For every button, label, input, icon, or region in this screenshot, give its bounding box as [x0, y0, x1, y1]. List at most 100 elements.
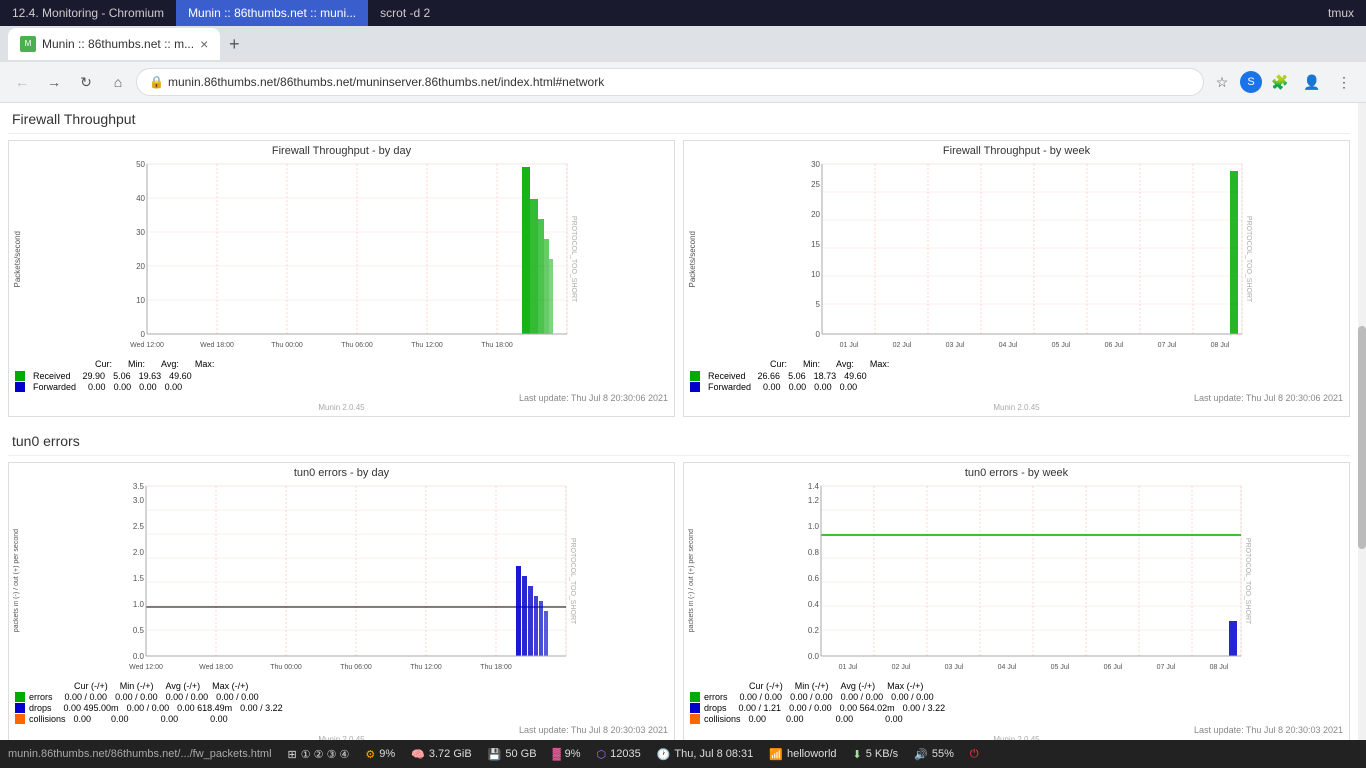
- disk-icon: 💾: [488, 748, 502, 761]
- fw-week-max-header: Max:: [870, 359, 890, 369]
- home-button[interactable]: ⌂: [104, 68, 132, 96]
- extensions-button[interactable]: 🧩: [1266, 68, 1294, 96]
- nav-bar: ← → ↻ ⌂ 🔒 munin.86thumbs.net/86thumbs.ne…: [0, 62, 1366, 102]
- power-button[interactable]: ⏻: [970, 748, 979, 761]
- fw-week-forwarded-color: [690, 382, 700, 392]
- svg-text:1.5: 1.5: [133, 574, 145, 583]
- svg-text:PROTOCOL_TOO_SHORT: PROTOCOL_TOO_SHORT: [1245, 216, 1252, 303]
- wk-drops-color: [690, 703, 700, 713]
- star-button[interactable]: ☆: [1208, 68, 1236, 96]
- url-text: munin.86thumbs.net/86thumbs.net/muninser…: [168, 75, 604, 89]
- wk-errors-avg: 0.00 / 0.00: [841, 692, 884, 702]
- workspace-switcher[interactable]: ⊞ ① ② ③ ④: [288, 748, 350, 761]
- forwarded-label: Forwarded: [33, 382, 76, 392]
- tun0-day-spacer: [15, 681, 70, 691]
- drops-cur: 0.00 495.00m: [64, 703, 119, 713]
- reload-button[interactable]: ↻: [72, 68, 100, 96]
- tasks-indicator: ⬡ 12035: [597, 748, 641, 761]
- menu-button[interactable]: ⋮: [1330, 68, 1358, 96]
- received-avg: 19.63: [139, 371, 162, 381]
- svg-text:2.5: 2.5: [133, 522, 145, 531]
- browser-tab[interactable]: M Munin :: 86thumbs.net :: m... ×: [8, 28, 220, 60]
- errors-max: 0.00 / 0.00: [216, 692, 259, 702]
- time-value: Thu, Jul 8 08:31: [674, 748, 753, 760]
- svg-text:Thu 12:00: Thu 12:00: [411, 342, 443, 349]
- firewall-day-header-min: Min:: [128, 359, 145, 369]
- svg-text:10: 10: [811, 270, 820, 279]
- scrollbar-thumb[interactable]: [1358, 326, 1366, 549]
- svg-text:Wed 12:00: Wed 12:00: [130, 342, 164, 349]
- drops-avg: 0.00 618.49m: [177, 703, 232, 713]
- firewall-week-chart-box: Firewall Throughput - by week Packets/se…: [683, 140, 1350, 417]
- svg-text:PROTOCOL_TOO_SHORT: PROTOCOL_TOO_SHORT: [1244, 538, 1251, 625]
- firewall-week-chart-title: Firewall Throughput - by week: [688, 145, 1345, 157]
- network-indicator: 📶 helloworld: [769, 748, 836, 761]
- cpu-value: 9%: [379, 748, 395, 760]
- tun0-week-min-header: Min (-/+): [795, 681, 829, 691]
- svg-text:0.4: 0.4: [808, 600, 820, 609]
- network-name: helloworld: [787, 748, 837, 760]
- extension-s-button[interactable]: S: [1240, 71, 1262, 93]
- fw-week-received-label: Received: [708, 371, 746, 381]
- fw-week-received-color: [690, 371, 700, 381]
- svg-text:20: 20: [136, 262, 145, 271]
- wk-errors-min: 0.00 / 0.00: [790, 692, 833, 702]
- firewall-week-chart-wrap: Packets/second: [688, 159, 1345, 359]
- title-segment-tmux: tmux: [1316, 0, 1366, 26]
- tun0-day-max-header: Max (-/+): [212, 681, 248, 691]
- svg-text:02 Jul: 02 Jul: [892, 664, 911, 671]
- volume-icon: 🔊: [914, 748, 928, 761]
- scrollbar-track[interactable]: [1358, 103, 1366, 740]
- cpu-bar-indicator: ▓ 9%: [553, 748, 581, 760]
- forward-button[interactable]: →: [40, 68, 68, 96]
- svg-text:Thu 00:00: Thu 00:00: [271, 342, 303, 349]
- svg-text:0.0: 0.0: [133, 652, 145, 661]
- svg-text:1.2: 1.2: [808, 496, 820, 505]
- download-icon: ⬇: [853, 748, 862, 761]
- firewall-section-title: Firewall Throughput: [8, 103, 1350, 134]
- power-icon[interactable]: ⏻: [970, 748, 979, 761]
- svg-text:2.0: 2.0: [133, 548, 145, 557]
- svg-text:10: 10: [136, 296, 145, 305]
- workspace-grid-icon: ⊞: [288, 748, 297, 761]
- tab-close-button[interactable]: ×: [200, 36, 208, 52]
- svg-text:1.0: 1.0: [133, 600, 145, 609]
- received-cur: 29.90: [83, 371, 106, 381]
- address-bar[interactable]: 🔒 munin.86thumbs.net/86thumbs.net/munins…: [136, 68, 1204, 96]
- svg-text:40: 40: [136, 194, 145, 203]
- tab-bar: M Munin :: 86thumbs.net :: m... × +: [0, 26, 1366, 62]
- cpu-bar-icon: ▓: [553, 748, 561, 760]
- wk-drops-avg: 0.00 564.02m: [840, 703, 895, 713]
- svg-text:0.0: 0.0: [808, 652, 820, 661]
- svg-text:08 Jul: 08 Jul: [1211, 342, 1230, 349]
- svg-text:0.5: 0.5: [133, 626, 145, 635]
- tun0-day-legend: Cur (-/+) Min (-/+) Avg (-/+) Max (-/+) …: [13, 681, 670, 740]
- svg-text:02 Jul: 02 Jul: [893, 342, 912, 349]
- svg-text:Wed 12:00: Wed 12:00: [129, 664, 163, 671]
- tun0-week-max-header: Max (-/+): [887, 681, 923, 691]
- tun0-charts-row: tun0 errors - by day packets in (-) / ou…: [8, 462, 1350, 740]
- svg-text:Thu 12:00: Thu 12:00: [410, 664, 442, 671]
- fw-week-received-avg: 18.73: [814, 371, 837, 381]
- firewall-day-ylabel: Packets/second: [13, 231, 22, 287]
- wifi-icon: 📶: [769, 748, 783, 761]
- wk-collisions-label: collisions: [704, 714, 741, 724]
- fw-week-forwarded-cur: 0.00: [763, 382, 781, 392]
- ram-icon: 🧠: [411, 748, 425, 761]
- title-segment-monitoring: 12.4. Monitoring - Chromium: [0, 0, 176, 26]
- tun0-week-lastupdate: Last update: Thu Jul 8 20:30:03 2021: [690, 725, 1343, 735]
- svg-text:05 Jul: 05 Jul: [1052, 342, 1071, 349]
- status-bar: munin.86thumbs.net/86thumbs.net/.../fw_p…: [0, 740, 1366, 768]
- received-legend-color: [15, 371, 25, 381]
- back-button[interactable]: ←: [8, 68, 36, 96]
- new-tab-button[interactable]: +: [220, 30, 248, 58]
- profile-button[interactable]: 👤: [1298, 68, 1326, 96]
- tab-favicon: M: [20, 36, 36, 52]
- firewall-day-munin: Munin 2.0.45: [15, 403, 668, 412]
- fw-week-avg-header: Avg:: [836, 359, 854, 369]
- firewall-week-svg: 0 5 10 15 20 25 30 01 Jul 02 Jul 03 Jul …: [699, 159, 1345, 359]
- svg-text:Thu 06:00: Thu 06:00: [340, 664, 372, 671]
- svg-text:25: 25: [811, 180, 820, 189]
- fw-week-received-cur: 26.66: [758, 371, 781, 381]
- fw-week-forwarded-label: Forwarded: [708, 382, 751, 392]
